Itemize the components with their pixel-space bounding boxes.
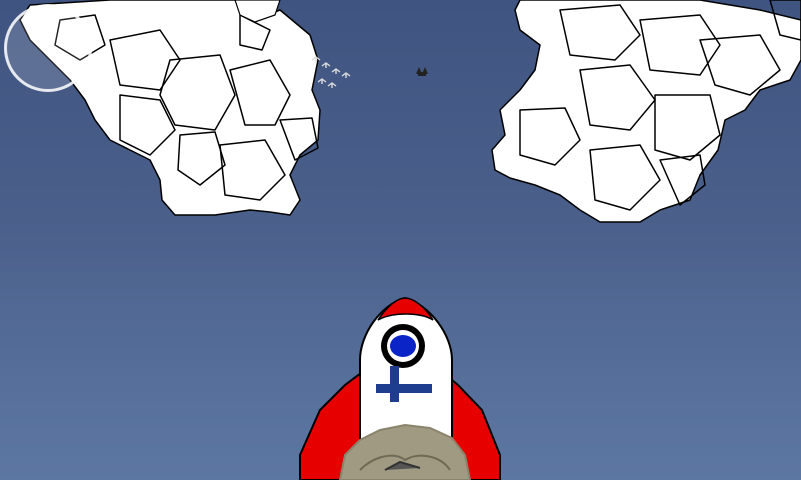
circle-button-icon[interactable] — [4, 4, 92, 92]
rocket — [299, 296, 501, 480]
rocket-window — [381, 324, 425, 368]
game-viewport[interactable] — [0, 0, 801, 480]
